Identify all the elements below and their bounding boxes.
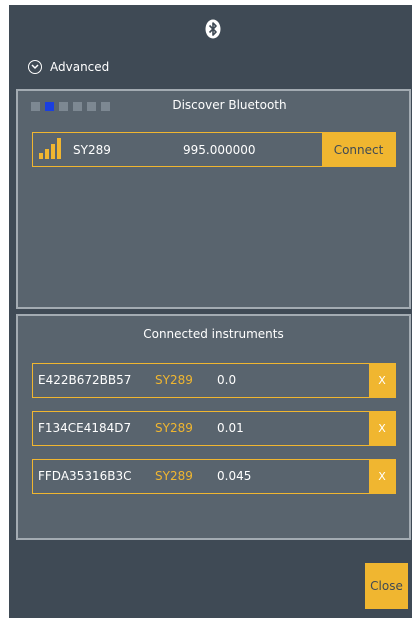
advanced-label: Advanced [50, 60, 110, 74]
close-button[interactable]: Close [365, 563, 408, 609]
advanced-toggle[interactable]: Advanced [28, 57, 109, 77]
instrument-value: 0.01 [217, 421, 244, 435]
instrument-model: SY289 [155, 373, 193, 387]
instrument-value: 0.045 [217, 469, 252, 483]
instrument-value: 0.0 [217, 373, 237, 387]
instrument-id: E422B672BB57 [38, 373, 132, 387]
device-value: 995.000000 [183, 142, 256, 157]
connect-button[interactable]: Connect [322, 133, 395, 166]
bluetooth-icon [204, 19, 222, 39]
instrument-model: SY289 [155, 421, 193, 435]
device-name: SY289 [73, 142, 111, 157]
chevron-down-icon [28, 60, 42, 74]
instrument-id: FFDA35316B3C [38, 469, 132, 483]
instrument-id: F134CE4184D7 [38, 421, 132, 435]
discover-panel: Discover Bluetooth SY289 995.000000 Conn… [16, 89, 411, 309]
instrument-row: E422B672BB57 SY289 0.0 X [32, 363, 396, 398]
remove-instrument-button[interactable]: X [369, 364, 395, 397]
connected-title: Connected instruments [143, 327, 284, 341]
bluetooth-dialog: Advanced Discover Bluetooth SY289 995.00 [9, 5, 412, 618]
instrument-model: SY289 [155, 469, 193, 483]
device-row[interactable]: SY289 995.000000 Connect [32, 132, 396, 167]
remove-instrument-button[interactable]: X [369, 460, 395, 493]
remove-instrument-button[interactable]: X [369, 412, 395, 445]
instrument-row: FFDA35316B3C SY289 0.045 X [32, 459, 396, 494]
connected-instruments-panel: Connected instruments E422B672BB57 SY289… [16, 314, 411, 540]
discover-title: Discover Bluetooth [172, 98, 287, 112]
signal-strength-icon [39, 138, 63, 160]
instrument-row: F134CE4184D7 SY289 0.01 X [32, 411, 396, 446]
